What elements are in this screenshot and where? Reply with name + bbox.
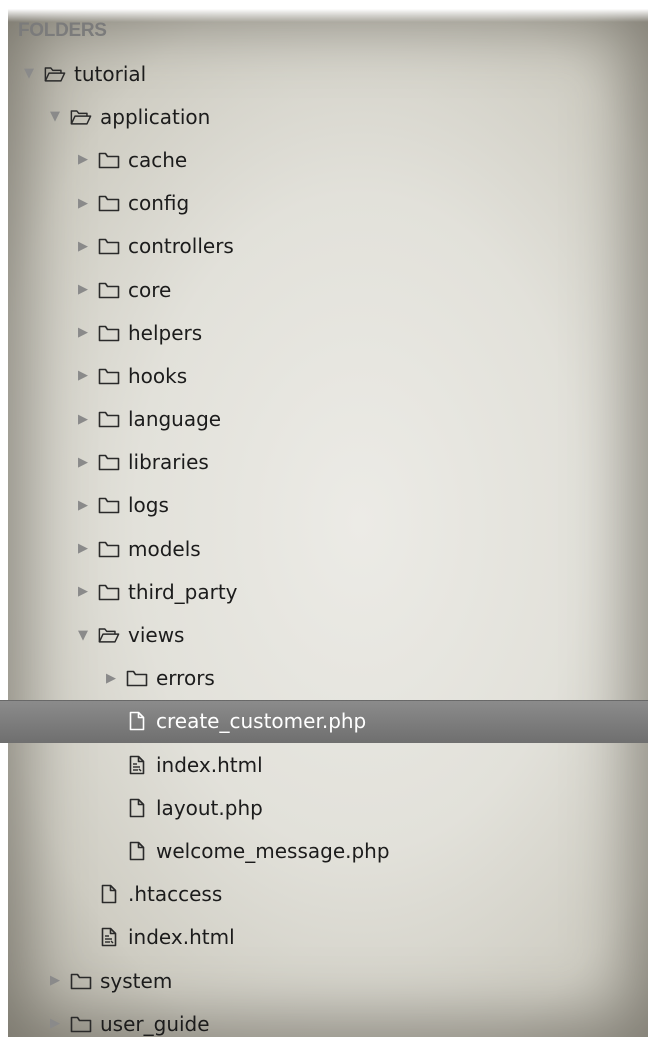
tree-folder-row[interactable]: ▼ tutorial xyxy=(0,52,648,95)
tree-item-label: libraries xyxy=(128,450,209,475)
tree-folder-row[interactable]: ▶ controllers xyxy=(0,225,648,268)
markup-file-icon xyxy=(126,755,148,775)
disclosure-collapsed-icon[interactable]: ▶ xyxy=(76,412,90,427)
tree-folder-row[interactable]: ▶ user_guide xyxy=(0,1002,648,1037)
tree-file-row[interactable]: layout.php xyxy=(0,786,648,829)
tree-item-label: views xyxy=(128,623,185,648)
disclosure-collapsed-icon[interactable]: ▶ xyxy=(76,325,90,340)
folder-icon xyxy=(70,1014,92,1034)
disclosure-collapsed-icon[interactable]: ▶ xyxy=(76,455,90,470)
tree-item-label: logs xyxy=(128,493,169,518)
disclosure-collapsed-icon[interactable]: ▶ xyxy=(76,196,90,211)
tree-folder-row[interactable]: ▶ models xyxy=(0,527,648,570)
folder-icon xyxy=(98,323,120,343)
file-icon xyxy=(126,711,148,731)
disclosure-collapsed-icon[interactable]: ▶ xyxy=(76,282,90,297)
tree-folder-row[interactable]: ▶ third_party xyxy=(0,570,648,613)
folder-icon xyxy=(98,150,120,170)
tree-item-label: index.html xyxy=(156,752,263,777)
tree-folder-row[interactable]: ▶ system xyxy=(0,959,648,1002)
tree-folder-row[interactable]: ▶ cache xyxy=(0,138,648,181)
disclosure-expanded-icon[interactable]: ▼ xyxy=(48,109,62,124)
tree-folder-row[interactable]: ▶ config xyxy=(0,182,648,225)
folder-icon xyxy=(98,193,120,213)
tree-item-label: models xyxy=(128,536,201,561)
tree-item-label: .htaccess xyxy=(128,882,223,907)
markup-file-icon xyxy=(98,927,120,947)
tree-item-label: third_party xyxy=(128,579,238,604)
file-icon xyxy=(126,798,148,818)
disclosure-collapsed-icon[interactable]: ▶ xyxy=(76,152,90,167)
folder-icon xyxy=(98,539,120,559)
tree-item-label: language xyxy=(128,407,222,432)
tree-file-row[interactable]: index.html xyxy=(0,743,648,786)
folder-open-icon xyxy=(70,107,92,127)
disclosure-collapsed-icon[interactable]: ▶ xyxy=(76,498,90,513)
disclosure-collapsed-icon[interactable]: ▶ xyxy=(76,541,90,556)
tree-item-label: helpers xyxy=(128,320,203,345)
tree-item-label: create_customer.php xyxy=(156,709,367,734)
folder-icon xyxy=(126,668,148,688)
tree-item-label: config xyxy=(128,191,190,216)
tree-item-label: index.html xyxy=(128,925,235,950)
folder-icon xyxy=(98,495,120,515)
folder-icon xyxy=(98,452,120,472)
folder-icon xyxy=(98,236,120,256)
tree-file-row[interactable]: .htaccess xyxy=(0,873,648,916)
file-icon xyxy=(126,841,148,861)
disclosure-collapsed-icon[interactable]: ▶ xyxy=(48,973,62,988)
tree-item-label: core xyxy=(128,277,172,302)
folder-icon xyxy=(98,582,120,602)
tree-item-label: system xyxy=(100,968,173,993)
disclosure-collapsed-icon[interactable]: ▶ xyxy=(104,671,118,686)
tree-item-label: hooks xyxy=(128,363,188,388)
folder-icon xyxy=(98,280,120,300)
folder-icon xyxy=(98,409,120,429)
sublime-sidebar: FOLDERS ▼ tutorial ▼ application ▶ cache ▶ conf… xyxy=(0,0,648,1037)
tree-item-label: cache xyxy=(128,147,188,172)
disclosure-collapsed-icon[interactable]: ▶ xyxy=(48,1016,62,1031)
tree-folder-row[interactable]: ▶ errors xyxy=(0,657,648,700)
tree-folder-row[interactable]: ▶ helpers xyxy=(0,311,648,354)
folder-tree: ▼ tutorial ▼ application ▶ cache ▶ config ▶ contr… xyxy=(0,52,648,1037)
tree-item-label: errors xyxy=(156,666,215,691)
tree-file-row[interactable]: welcome_message.php xyxy=(0,829,648,872)
tree-item-label: tutorial xyxy=(74,61,147,86)
torn-edge xyxy=(8,0,648,22)
tree-folder-row[interactable]: ▼ application xyxy=(0,95,648,138)
tree-folder-row[interactable]: ▶ libraries xyxy=(0,441,648,484)
folder-open-icon xyxy=(44,64,66,84)
tree-item-label: layout.php xyxy=(156,795,263,820)
disclosure-collapsed-icon[interactable]: ▶ xyxy=(76,239,90,254)
tree-folder-row[interactable]: ▶ language xyxy=(0,398,648,441)
tree-file-row[interactable]: create_customer.php xyxy=(0,699,648,743)
disclosure-expanded-icon[interactable]: ▼ xyxy=(22,66,36,81)
folder-icon xyxy=(98,366,120,386)
tree-folder-row[interactable]: ▶ logs xyxy=(0,484,648,527)
folders-header: FOLDERS xyxy=(18,20,107,41)
tree-folder-row[interactable]: ▼ views xyxy=(0,613,648,656)
tree-file-row[interactable]: index.html xyxy=(0,916,648,959)
file-icon xyxy=(98,884,120,904)
disclosure-collapsed-icon[interactable]: ▶ xyxy=(76,584,90,599)
tree-folder-row[interactable]: ▶ core xyxy=(0,268,648,311)
folder-open-icon xyxy=(98,625,120,645)
tree-item-label: application xyxy=(100,104,211,129)
disclosure-expanded-icon[interactable]: ▼ xyxy=(76,628,90,643)
tree-folder-row[interactable]: ▶ hooks xyxy=(0,354,648,397)
tree-item-label: controllers xyxy=(128,234,234,259)
disclosure-collapsed-icon[interactable]: ▶ xyxy=(76,368,90,383)
tree-item-label: user_guide xyxy=(100,1011,210,1036)
folder-icon xyxy=(70,971,92,991)
tree-item-label: welcome_message.php xyxy=(156,838,390,863)
